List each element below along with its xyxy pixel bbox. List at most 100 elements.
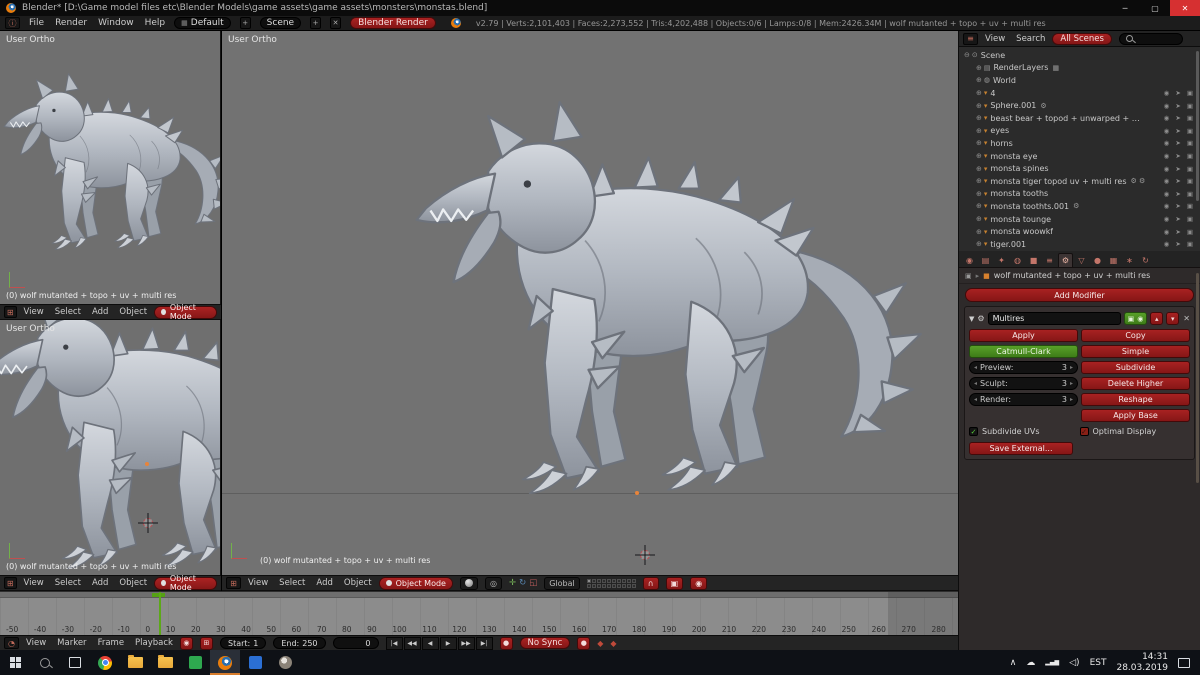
viewport-bottom-left[interactable]: User Ortho (0) wolf mutanted + topo + uv…: [0, 320, 221, 575]
transform-orientation-selector[interactable]: Global: [544, 576, 580, 590]
properties-tab[interactable]: ◉: [962, 253, 977, 267]
viewport-shading-selector[interactable]: [459, 576, 478, 590]
expander-icon[interactable]: ⊕: [976, 152, 982, 160]
outliner-item-label[interactable]: monsta woowkf: [990, 227, 1053, 236]
properties-tab[interactable]: ■: [1026, 253, 1041, 267]
expander-icon[interactable]: ⊕: [976, 177, 982, 185]
mode-selector[interactable]: Object Mode: [154, 303, 217, 321]
notification-center-icon[interactable]: [1178, 657, 1190, 668]
add-modifier-button[interactable]: Add Modifier: [965, 288, 1194, 302]
outliner-row[interactable]: ⊕ ◍ World: [959, 74, 1200, 87]
modifier-display-toggles[interactable]: ▣ ◉: [1123, 312, 1148, 325]
delete-modifier-icon[interactable]: ✕: [1183, 314, 1190, 323]
editor-type-icon[interactable]: ◔: [4, 637, 19, 649]
outliner-row[interactable]: ⊕ ▾ monsta tooths ◉ ➤ ▣: [959, 188, 1200, 201]
expander-icon[interactable]: ⊕: [976, 215, 982, 223]
sync-mode-selector[interactable]: No Sync: [519, 637, 571, 649]
decrement-icon[interactable]: ◂: [974, 380, 977, 387]
menu-item[interactable]: Add: [316, 578, 332, 588]
task-view-button[interactable]: [60, 650, 90, 675]
properties-tab[interactable]: ∗: [1122, 253, 1137, 267]
visibility-toggle-icons[interactable]: ◉ ➤ ▣: [1164, 215, 1195, 223]
properties-tab[interactable]: ≡: [1042, 253, 1057, 267]
copy-button[interactable]: Copy: [1081, 329, 1190, 342]
menu-item[interactable]: Render: [55, 18, 87, 28]
visibility-toggle-icons[interactable]: ◉ ➤ ▣: [1164, 139, 1195, 147]
properties-scrollbar[interactable]: [1196, 273, 1199, 483]
display-filter-selector[interactable]: All Scenes: [1052, 32, 1112, 45]
outliner-row[interactable]: ⊕ ▾ monsta tiger topod uv + multi res ⚙ …: [959, 175, 1200, 188]
properties-tab[interactable]: ◍: [1010, 253, 1025, 267]
expander-icon[interactable]: ⊕: [976, 139, 982, 147]
menu-item[interactable]: View: [24, 578, 44, 588]
delete-scene-button[interactable]: ✕: [330, 17, 342, 29]
cursor-3d[interactable]: [138, 516, 158, 530]
layout-selector[interactable]: ▦ Default: [174, 17, 231, 29]
properties-tab[interactable]: ●: [1090, 253, 1105, 267]
opengl-render-button[interactable]: ◉: [690, 576, 708, 590]
clock[interactable]: 14:31 28.03.2019: [1116, 652, 1168, 674]
outliner-item-label[interactable]: Scene: [981, 51, 1005, 60]
outliner-row[interactable]: ⊕ ▾ monsta tounge ◉ ➤ ▣: [959, 213, 1200, 226]
visibility-toggle-icons[interactable]: ◉ ➤ ▣: [1164, 165, 1195, 173]
level-field[interactable]: ◂ Sculpt: 3 ▸: [969, 377, 1078, 390]
viewport-top-left[interactable]: User Ortho (0) wolf mutanted + topo + uv…: [0, 31, 221, 304]
outliner-item-label[interactable]: World: [993, 76, 1016, 85]
outliner-row[interactable]: ⊕ ▾ monsta spines ◉ ➤ ▣: [959, 162, 1200, 175]
render-button[interactable]: ▣: [665, 576, 684, 590]
render-engine-selector[interactable]: Blender Render: [350, 17, 436, 29]
rotate-manipulator-icon[interactable]: ↻: [519, 578, 526, 588]
outliner-item-label[interactable]: horns: [990, 139, 1012, 148]
expander-icon[interactable]: ⊕: [976, 114, 982, 122]
expander-icon[interactable]: ⊖: [964, 51, 970, 59]
cloud-icon[interactable]: ☁: [1026, 658, 1035, 668]
save-external-button[interactable]: Save External...: [969, 442, 1073, 455]
modifier-action-button[interactable]: Delete Higher: [1081, 377, 1190, 390]
outliner-row[interactable]: ⊕ ▾ Sphere.001 ⚙ ◉ ➤ ▣: [959, 99, 1200, 112]
outliner-item-label[interactable]: monsta tooths: [990, 189, 1048, 198]
checkbox[interactable]: ✓: [1079, 427, 1089, 436]
catmull-clark-button[interactable]: Catmull-Clark: [969, 345, 1078, 358]
visibility-toggle-icons[interactable]: ◉ ➤ ▣: [1164, 228, 1195, 236]
pivot-selector[interactable]: ◎: [484, 576, 502, 590]
editor-type-icon[interactable]: ⊞: [4, 306, 17, 318]
visibility-toggle-icons[interactable]: ◉ ➤ ▣: [1164, 89, 1195, 97]
outliner-row[interactable]: ⊕ ▾ tiger.001 ◉ ➤ ▣: [959, 238, 1200, 251]
expander-icon[interactable]: ⊕: [976, 89, 982, 97]
blender-taskbar-button[interactable]: [210, 650, 240, 675]
monster-model[interactable]: [0, 57, 221, 275]
outliner-item-label[interactable]: 4: [990, 89, 995, 98]
hidden-icons-chevron[interactable]: ∧: [1010, 658, 1017, 668]
modifier-action-button[interactable]: Reshape: [1081, 393, 1190, 406]
expander-icon[interactable]: ⊕: [976, 76, 982, 84]
outliner-item-label[interactable]: monsta tiger topod uv + multi res: [990, 177, 1126, 186]
visibility-toggle-icons[interactable]: ◉ ➤ ▣: [1164, 127, 1195, 135]
snap-toggle[interactable]: ∩: [642, 576, 659, 590]
move-modifier-up-button[interactable]: ▴: [1150, 312, 1164, 325]
menu-item[interactable]: Select: [55, 578, 81, 588]
timeline-scroll-strip[interactable]: [0, 592, 958, 598]
level-field[interactable]: ◂ Render: 3 ▸: [969, 393, 1078, 406]
outliner-row[interactable]: ⊕ ▾ monsta woowkf ◉ ➤ ▣: [959, 225, 1200, 238]
expander-icon[interactable]: ⊕: [976, 127, 982, 135]
start-frame-field[interactable]: Start: 1: [219, 637, 267, 649]
menu-item[interactable]: View: [24, 307, 44, 317]
add-layout-button[interactable]: +: [239, 17, 251, 29]
modifier-action-button[interactable]: Apply Base: [1081, 409, 1190, 422]
add-scene-button[interactable]: +: [310, 17, 322, 29]
outliner-scrollbar[interactable]: [1196, 51, 1199, 201]
editor-type-icon[interactable]: ≡: [963, 32, 978, 45]
menu-item[interactable]: Marker: [57, 638, 86, 648]
frame-lock-toggle[interactable]: ⊞: [199, 636, 213, 650]
properties-tab[interactable]: ▽: [1074, 253, 1089, 267]
viewport-toggle-icon[interactable]: ◉: [1137, 315, 1143, 323]
menu-item[interactable]: View: [26, 638, 46, 648]
monster-model[interactable]: [0, 320, 221, 575]
outliner-row[interactable]: ⊕ ▾ horns ◉ ➤ ▣: [959, 137, 1200, 150]
increment-icon[interactable]: ▸: [1070, 396, 1073, 403]
playback-button[interactable]: ▶: [439, 636, 457, 650]
outliner-item-label[interactable]: monsta eye: [990, 152, 1037, 161]
outliner-item-label[interactable]: monsta spines: [990, 164, 1048, 173]
scene-selector[interactable]: Scene: [259, 17, 302, 29]
scale-manipulator-icon[interactable]: ◱: [529, 578, 537, 588]
